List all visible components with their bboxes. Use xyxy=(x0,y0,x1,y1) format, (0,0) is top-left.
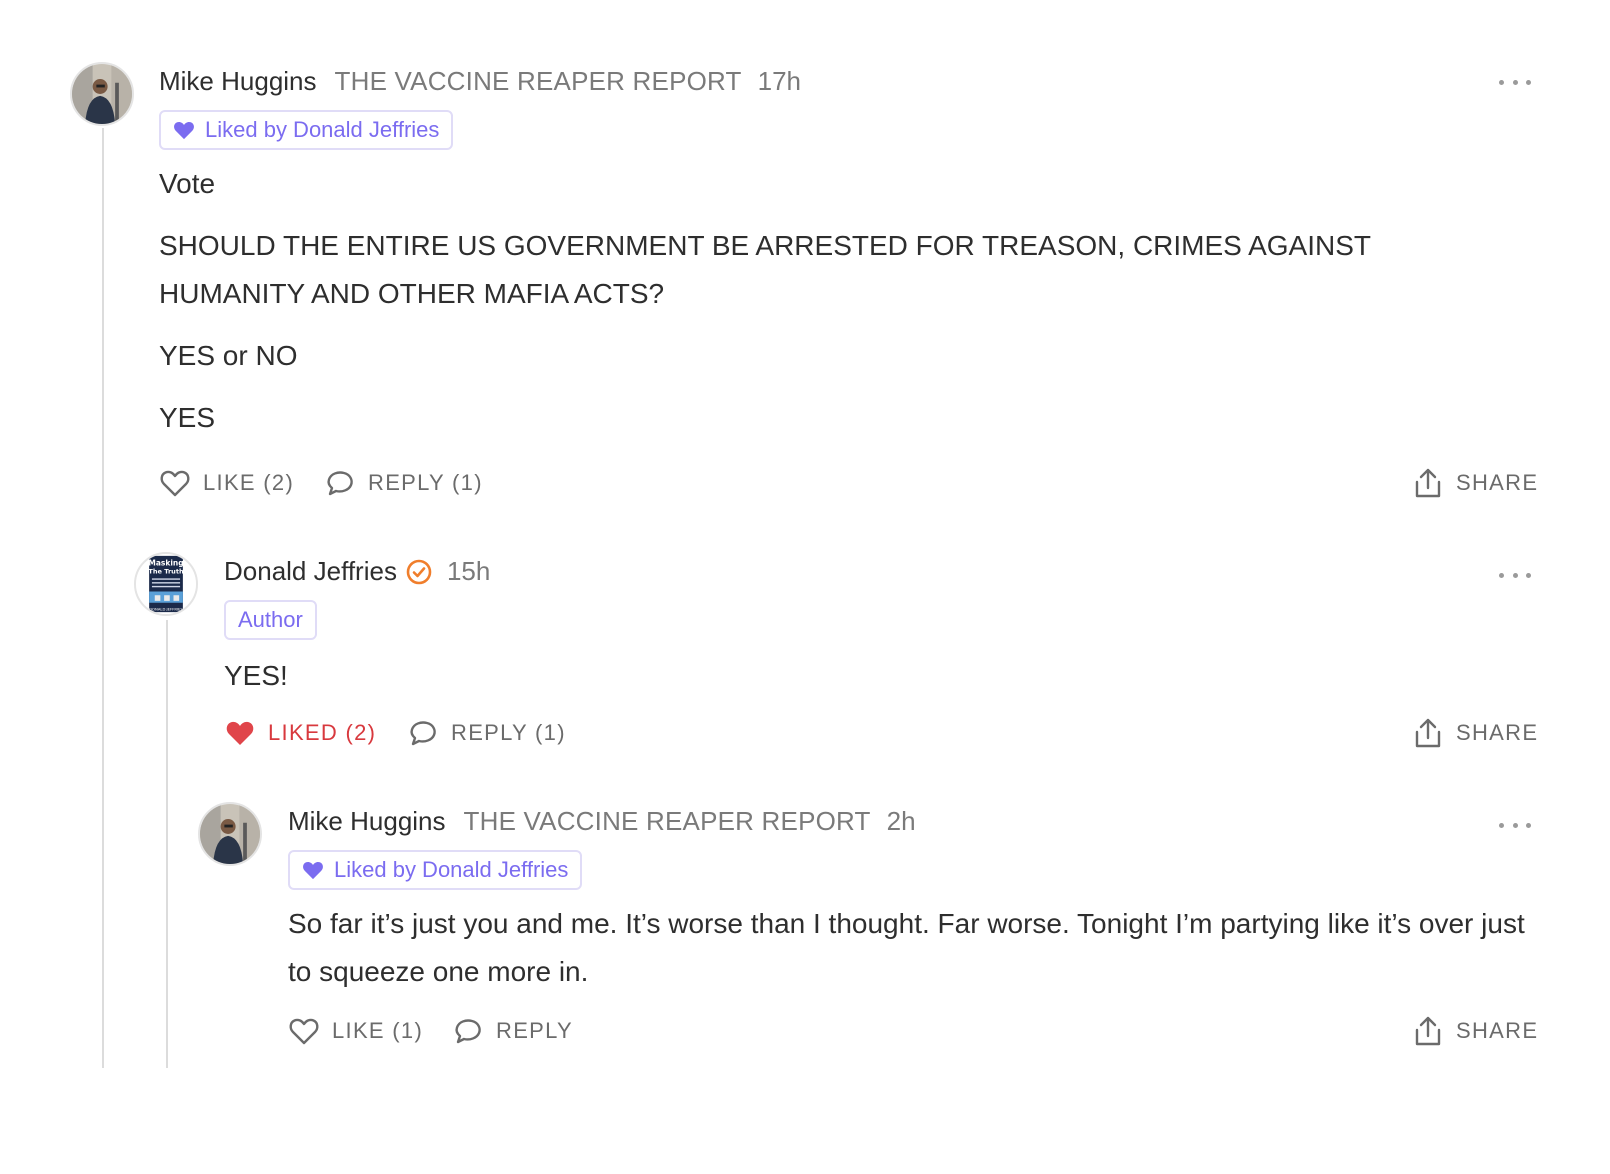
share-label: SHARE xyxy=(1456,720,1539,745)
badge-label: Liked by Donald Jeffries xyxy=(205,117,440,142)
share-label: SHARE xyxy=(1456,1018,1539,1043)
liked-button[interactable]: LIKED (2) xyxy=(224,718,376,748)
badge-label: Liked by Donald Jeffries xyxy=(334,857,569,882)
like-button[interactable]: LIKE (2) xyxy=(159,468,294,498)
comment-paragraph: YES! xyxy=(224,660,288,691)
liked-by-author-badge: Liked by Donald Jeffries xyxy=(288,850,583,890)
comment-bubble-icon xyxy=(410,721,436,746)
reply-label: REPLY (1) xyxy=(368,470,483,495)
comment-header: Mike Huggins THE VACCINE REAPER REPORT 1… xyxy=(159,66,801,97)
comment-paragraph: SHOULD THE ENTIRE US GOVERNMENT BE ARRES… xyxy=(159,230,1371,309)
timestamp[interactable]: 15h xyxy=(447,556,490,587)
avatar[interactable] xyxy=(198,802,262,866)
comment-paragraph: So far it’s just you and me. It’s worse … xyxy=(288,908,1525,987)
heart-filled-icon xyxy=(226,721,254,745)
more-dots-icon[interactable] xyxy=(1499,75,1531,89)
comment-body: YES! xyxy=(224,652,1524,714)
like-label: LIKE (1) xyxy=(332,1018,424,1043)
publication-name[interactable]: THE VACCINE REAPER REPORT xyxy=(335,66,742,97)
avatar-photo xyxy=(200,804,260,864)
comment-header: Donald Jeffries 15h xyxy=(224,556,490,587)
thread-line-level-1 xyxy=(102,128,104,1068)
author-badge: Author xyxy=(224,600,317,640)
avatar-photo xyxy=(72,64,132,124)
author-name[interactable]: Mike Huggins xyxy=(159,66,317,97)
share-button[interactable]: SHARE xyxy=(1412,1016,1538,1046)
reply-label: REPLY xyxy=(496,1018,574,1043)
comment-paragraph: Vote xyxy=(159,168,216,199)
publication-name[interactable]: THE VACCINE REAPER REPORT xyxy=(464,806,871,837)
comment-bubble-icon xyxy=(327,471,353,496)
badge-label: Author xyxy=(238,607,303,632)
heart-filled-icon xyxy=(303,861,323,880)
reply-button[interactable]: REPLY (1) xyxy=(407,718,566,748)
verified-check-icon xyxy=(406,559,432,584)
more-dots-icon[interactable] xyxy=(1499,818,1531,832)
like-label: LIKE (2) xyxy=(203,470,295,495)
share-icon xyxy=(1415,1016,1441,1046)
avatar[interactable]: Masking The Truth DONALD JEFFRIES xyxy=(134,552,198,616)
reply-label: REPLY (1) xyxy=(451,720,566,745)
comment-paragraph: YES xyxy=(159,402,216,433)
share-icon xyxy=(1415,468,1441,498)
more-dots-icon[interactable] xyxy=(1499,568,1531,582)
book-author-line: DONALD JEFFRIES xyxy=(149,607,183,611)
comment-header: Mike Huggins THE VACCINE REAPER REPORT 2… xyxy=(288,806,916,837)
timestamp[interactable]: 2h xyxy=(887,806,916,837)
timestamp[interactable]: 17h xyxy=(758,66,801,97)
share-label: SHARE xyxy=(1456,470,1539,495)
liked-by-author-badge: Liked by Donald Jeffries xyxy=(159,110,454,150)
author-name[interactable]: Donald Jeffries xyxy=(224,556,397,587)
reply-button[interactable]: REPLY xyxy=(452,1016,573,1046)
thread-line-level-2 xyxy=(166,620,168,1068)
share-button[interactable]: SHARE xyxy=(1412,718,1538,748)
book-title-line: Masking xyxy=(148,558,183,567)
avatar[interactable] xyxy=(70,62,134,126)
author-name[interactable]: Mike Huggins xyxy=(288,806,446,837)
comment-body: Vote SHOULD THE ENTIRE US GOVERNMENT BE … xyxy=(159,160,1539,456)
heart-filled-icon xyxy=(174,121,194,140)
comment-body: So far it’s just you and me. It’s worse … xyxy=(288,900,1548,1010)
comment-bubble-icon xyxy=(455,1019,481,1044)
heart-icon xyxy=(160,470,190,497)
share-icon xyxy=(1415,718,1441,748)
like-label: LIKED (2) xyxy=(268,720,377,745)
comment-paragraph: YES or NO xyxy=(159,340,298,371)
share-button[interactable]: SHARE xyxy=(1412,468,1538,498)
like-button[interactable]: LIKE (1) xyxy=(288,1016,423,1046)
reply-button[interactable]: REPLY (1) xyxy=(324,468,483,498)
heart-icon xyxy=(289,1018,319,1045)
book-cover-avatar: Masking The Truth DONALD JEFFRIES xyxy=(136,554,196,614)
book-title-line: The Truth xyxy=(148,568,184,576)
